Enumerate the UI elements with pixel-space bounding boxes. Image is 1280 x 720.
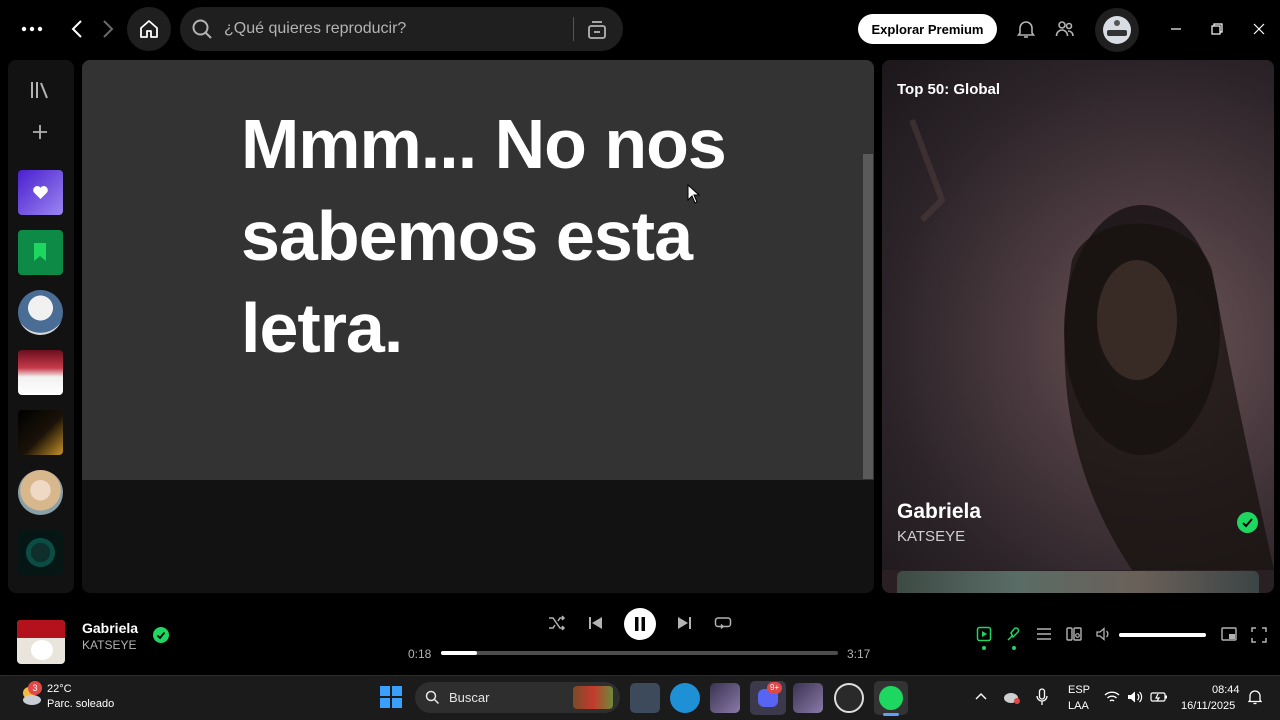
battery-icon[interactable] bbox=[1150, 690, 1168, 704]
volume-fill bbox=[1119, 633, 1206, 637]
discord-badge: 9+ bbox=[767, 682, 783, 694]
pause-button[interactable] bbox=[624, 608, 656, 640]
library-item-artist-2[interactable] bbox=[18, 470, 63, 515]
microphone-icon[interactable] bbox=[1036, 688, 1048, 706]
library-item-album-1[interactable] bbox=[18, 530, 63, 575]
connect-device-icon[interactable] bbox=[1066, 626, 1082, 642]
weather-badge: 3 bbox=[28, 681, 42, 695]
forward-arrow-icon[interactable] bbox=[101, 19, 115, 39]
bookmark-icon bbox=[33, 242, 47, 262]
heart-icon bbox=[32, 184, 49, 200]
now-playing-view-icon[interactable] bbox=[976, 626, 992, 642]
search-bar[interactable]: ¿Qué quieres reproducir? bbox=[180, 7, 623, 51]
mouse-cursor-icon bbox=[687, 184, 701, 204]
fullscreen-icon[interactable] bbox=[1251, 627, 1267, 643]
weather-description[interactable]: Parc. soleado bbox=[47, 698, 114, 710]
saved-check-icon[interactable] bbox=[1237, 512, 1258, 533]
player-saved-check-icon[interactable] bbox=[153, 627, 169, 643]
keyboard-language[interactable]: ESP bbox=[1068, 684, 1090, 696]
avatar-image bbox=[1103, 16, 1131, 44]
artist-card[interactable] bbox=[897, 571, 1259, 593]
shuffle-icon[interactable] bbox=[548, 615, 566, 631]
search-input[interactable]: ¿Qué quieres reproducir? bbox=[224, 20, 406, 38]
now-playing-panel: Top 50: Global Gabriela KATSEYE bbox=[882, 60, 1274, 593]
saved-episodes-item[interactable] bbox=[18, 230, 63, 275]
search-divider bbox=[573, 17, 574, 41]
windows-start-icon[interactable] bbox=[380, 686, 402, 708]
active-app-indicator bbox=[883, 713, 899, 716]
now-playing-artist[interactable]: KATSEYE bbox=[897, 528, 965, 545]
volume-icon[interactable] bbox=[1096, 627, 1112, 641]
now-playing-view-active-dot bbox=[982, 646, 986, 650]
more-options-icon[interactable] bbox=[20, 21, 44, 37]
player-song-title[interactable]: Gabriela bbox=[82, 620, 138, 636]
search-icon bbox=[191, 18, 213, 40]
playlist-title[interactable]: Top 50: Global bbox=[897, 81, 1000, 98]
taskbar-search-label: Buscar bbox=[449, 690, 490, 705]
taskbar-search-icon bbox=[425, 690, 440, 705]
volume-slider[interactable] bbox=[1119, 633, 1206, 637]
show-hidden-icons-icon[interactable] bbox=[975, 692, 987, 700]
library-icon[interactable] bbox=[29, 79, 51, 101]
home-button[interactable] bbox=[127, 7, 171, 51]
tray-app-icon[interactable] bbox=[1003, 689, 1021, 705]
create-playlist-icon[interactable] bbox=[30, 122, 50, 142]
library-item-artist-1[interactable] bbox=[18, 290, 63, 335]
taskbar-search[interactable]: Buscar bbox=[415, 682, 620, 713]
edge-browser-icon[interactable] bbox=[670, 683, 700, 713]
now-playing-song-title[interactable]: Gabriela bbox=[897, 500, 981, 524]
clock-time[interactable]: 08:44 bbox=[1212, 684, 1240, 696]
speaker-icon[interactable] bbox=[1127, 690, 1143, 704]
lyrics-active-dot bbox=[1012, 646, 1016, 650]
home-icon bbox=[138, 18, 160, 40]
app-icon-2[interactable] bbox=[793, 683, 823, 713]
queue-icon[interactable] bbox=[1036, 627, 1052, 641]
total-time: 3:17 bbox=[847, 647, 871, 661]
explore-premium-button[interactable]: Explorar Premium bbox=[858, 14, 997, 44]
notification-center-icon[interactable] bbox=[1248, 689, 1262, 705]
close-window-icon[interactable] bbox=[1252, 22, 1266, 36]
notifications-bell-icon[interactable] bbox=[1017, 19, 1035, 39]
search-highlight-image bbox=[573, 686, 613, 709]
minimize-window-icon[interactable] bbox=[1169, 23, 1183, 35]
spotify-app-tile[interactable] bbox=[874, 681, 908, 715]
now-playing-cover[interactable] bbox=[17, 620, 65, 664]
library-item-playlist-1[interactable] bbox=[18, 350, 63, 395]
library-item-playlist-2[interactable] bbox=[18, 410, 63, 455]
lyrics-panel: Mmm... No nos sabemos esta letra. bbox=[82, 60, 874, 593]
player-artist[interactable]: KATSEYE bbox=[82, 638, 136, 652]
repeat-icon[interactable] bbox=[714, 615, 732, 631]
spotify-logo-icon bbox=[879, 686, 903, 710]
weather-temperature[interactable]: 22°C bbox=[47, 683, 72, 695]
obs-app-icon[interactable] bbox=[834, 683, 864, 713]
task-view-app-icon[interactable] bbox=[630, 683, 660, 713]
miniplayer-icon[interactable] bbox=[1221, 627, 1237, 641]
progress-fill bbox=[441, 651, 477, 655]
lyrics-scrollbar[interactable] bbox=[863, 154, 873, 479]
keyboard-layout[interactable]: LAA bbox=[1068, 700, 1089, 712]
now-playing-artwork bbox=[882, 60, 1274, 570]
friend-activity-icon[interactable] bbox=[1055, 19, 1075, 39]
next-track-icon[interactable] bbox=[677, 615, 693, 631]
browse-icon[interactable] bbox=[586, 19, 608, 41]
pause-icon bbox=[634, 617, 646, 631]
wifi-icon[interactable] bbox=[1104, 690, 1120, 704]
library-sidebar bbox=[8, 60, 74, 593]
liked-songs-item[interactable] bbox=[18, 170, 63, 215]
user-avatar[interactable] bbox=[1095, 8, 1139, 52]
app-icon-1[interactable] bbox=[710, 683, 740, 713]
lyrics-unavailable-message: Mmm... No nos sabemos esta letra. bbox=[241, 105, 727, 367]
restore-window-icon[interactable] bbox=[1210, 22, 1224, 36]
lyrics-microphone-icon[interactable] bbox=[1006, 626, 1022, 642]
previous-track-icon[interactable] bbox=[587, 615, 603, 631]
current-time: 0:18 bbox=[408, 647, 432, 661]
progress-bar[interactable] bbox=[441, 651, 838, 655]
clock-date[interactable]: 16/11/2025 bbox=[1181, 700, 1235, 712]
back-arrow-icon[interactable] bbox=[70, 19, 84, 39]
